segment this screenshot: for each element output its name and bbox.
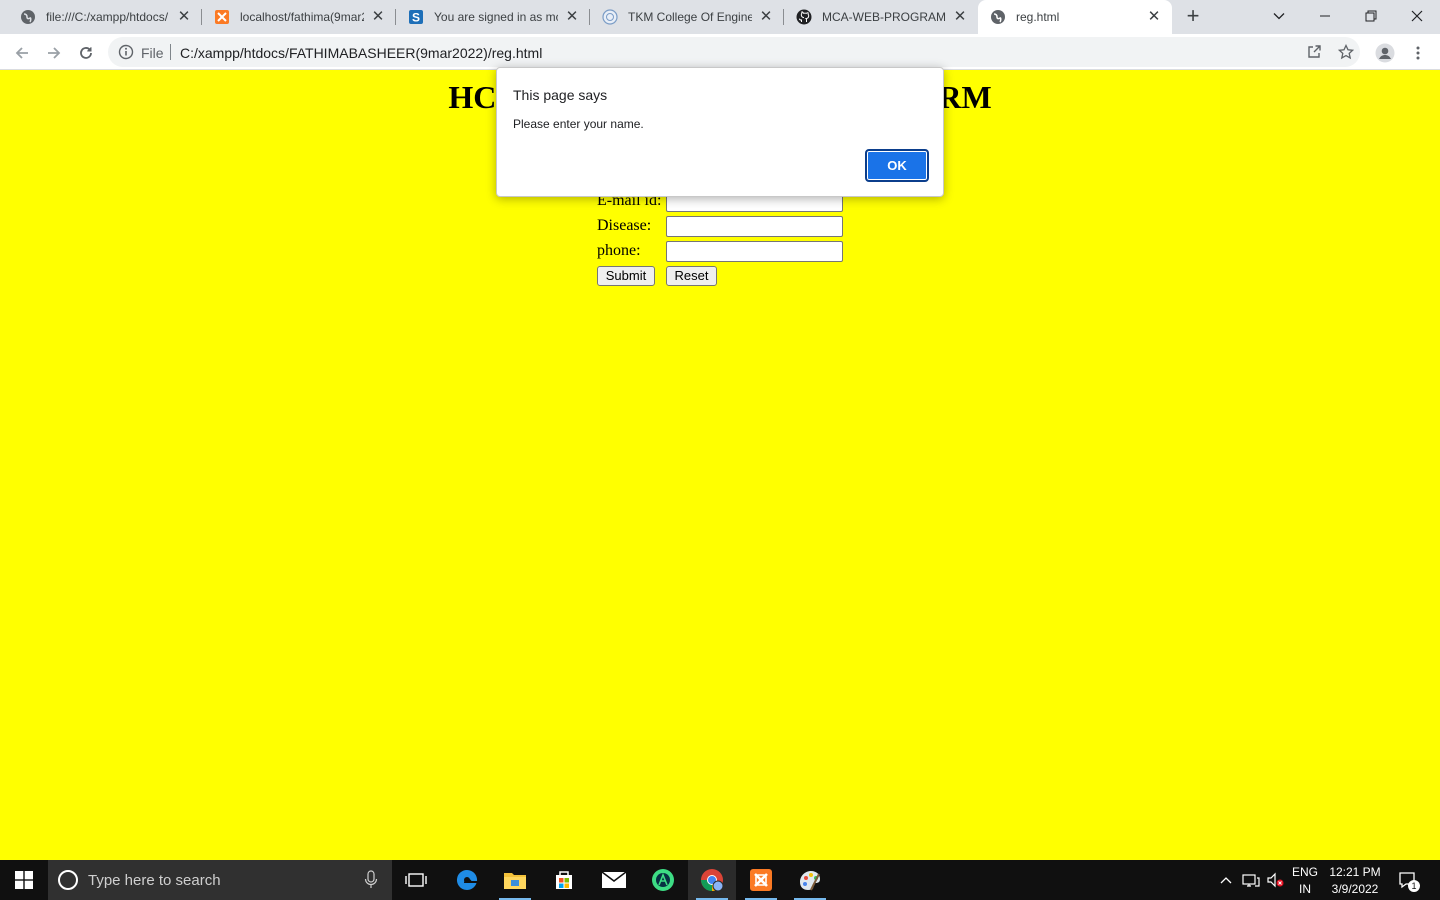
volume-muted-icon[interactable] (1264, 860, 1286, 900)
file-explorer-icon[interactable] (491, 860, 539, 900)
back-arrow-icon[interactable] (10, 40, 34, 64)
url-text[interactable]: C:/xampp/htdocs/FATHIMABASHEER(9mar2022)… (180, 45, 542, 61)
phone-field[interactable] (666, 240, 843, 262)
github-icon (796, 9, 812, 25)
lang-code: ENG (1291, 865, 1318, 879)
reload-icon[interactable] (74, 40, 98, 64)
tab-strip: file:///C:/xampp/htdocs/ ✕ localhost/fat… (0, 0, 1440, 34)
chrome-icon[interactable] (688, 860, 736, 900)
tab-tkm-college[interactable]: TKM College Of Enginee ✕ (590, 0, 784, 34)
clock-date: 3/9/2022 (1331, 882, 1379, 896)
close-tab-icon[interactable]: ✕ (370, 9, 386, 25)
address-bar[interactable]: File C:/xampp/htdocs/FATHIMABASHEER(9mar… (108, 37, 1360, 67)
reset-button[interactable]: Reset (666, 266, 717, 286)
close-tab-icon[interactable]: ✕ (176, 9, 192, 25)
heading-right-fragment: RM (938, 79, 992, 115)
tab-title: reg.html (1016, 10, 1060, 24)
cortana-circle-icon (58, 870, 78, 890)
android-studio-icon[interactable] (639, 860, 687, 900)
network-icon[interactable] (1240, 860, 1262, 900)
restore-icon[interactable] (1348, 0, 1394, 30)
tab-title: You are signed in as mca (434, 10, 558, 24)
tab-title: TKM College Of Enginee (628, 10, 752, 24)
tab-localhost-fathima[interactable]: localhost/fathima(9mar2 ✕ (202, 0, 396, 34)
xampp-icon (214, 9, 230, 25)
minimize-icon[interactable] (1302, 0, 1348, 30)
s-icon: S (408, 9, 424, 25)
windows-taskbar: Type here to search ENG IN 12:21 PM 3/9/… (0, 860, 1440, 900)
ok-button[interactable]: OK (865, 149, 929, 182)
menu-kebab-icon[interactable] (1406, 40, 1430, 64)
submit-button[interactable]: Submit (597, 266, 655, 286)
scheme-label: File (141, 45, 164, 61)
taskbar-search-box[interactable]: Type here to search (48, 860, 392, 900)
close-window-icon[interactable] (1394, 0, 1440, 30)
search-placeholder: Type here to search (88, 872, 221, 889)
svg-text:S: S (412, 11, 420, 25)
heading-left-fragment: HC (448, 79, 497, 115)
clock[interactable]: 12:21 PM 3/9/2022 (1322, 864, 1388, 898)
share-icon[interactable] (1306, 44, 1322, 65)
notification-center-icon[interactable]: 1 (1394, 860, 1422, 900)
address-divider (170, 44, 171, 60)
notification-count-badge: 1 (1408, 880, 1420, 892)
globe-icon (990, 9, 1006, 25)
close-tab-icon[interactable]: ✕ (564, 9, 580, 25)
tray-chevron-up-icon[interactable] (1216, 860, 1236, 900)
disease-row: Disease: (597, 215, 843, 237)
phone-row: phone: (597, 240, 843, 262)
info-icon[interactable] (118, 44, 134, 60)
tab-reg-html[interactable]: reg.html ✕ (978, 0, 1172, 34)
microphone-icon[interactable] (364, 870, 378, 890)
microsoft-store-icon[interactable] (540, 860, 588, 900)
disease-label: Disease: (597, 217, 652, 234)
dialog-title: This page says (513, 87, 608, 103)
tab-github[interactable]: MCA-WEB-PROGRAMM ✕ (784, 0, 978, 34)
dialog-message: Please enter your name. (513, 117, 644, 131)
region-code: IN (1299, 882, 1311, 896)
xampp-control-icon[interactable] (737, 860, 785, 900)
tab-title: file:///C:/xampp/htdocs/ (46, 10, 169, 24)
tab-title: localhost/fathima(9mar2 (240, 10, 364, 24)
college-seal-icon (602, 9, 618, 25)
profile-avatar-icon[interactable] (1373, 40, 1397, 64)
task-view-icon[interactable] (392, 860, 440, 900)
alert-dialog: This page says Please enter your name. O… (496, 67, 944, 197)
tab-search-chevron-icon[interactable] (1256, 0, 1302, 30)
language-indicator[interactable]: ENG IN (1290, 864, 1320, 898)
start-windows-icon[interactable] (0, 860, 48, 900)
phone-label: phone: (597, 242, 641, 259)
new-tab-plus-icon[interactable]: + (1181, 5, 1205, 29)
forward-arrow-icon[interactable] (42, 40, 66, 64)
edge-browser-icon[interactable] (443, 860, 491, 900)
paint-icon[interactable] (786, 860, 834, 900)
mail-icon[interactable] (590, 860, 638, 900)
tab-file-xampp[interactable]: file:///C:/xampp/htdocs/ ✕ (8, 0, 202, 34)
close-tab-icon[interactable]: ✕ (1146, 9, 1162, 25)
bookmark-star-icon[interactable] (1337, 43, 1355, 65)
close-tab-icon[interactable]: ✕ (952, 9, 968, 25)
tab-signed-in[interactable]: S You are signed in as mca ✕ (396, 0, 590, 34)
close-tab-icon[interactable]: ✕ (758, 9, 774, 25)
disease-field[interactable] (666, 215, 843, 237)
clock-time: 12:21 PM (1329, 865, 1381, 879)
tab-title: MCA-WEB-PROGRAMM (822, 10, 946, 24)
browser-toolbar: File C:/xampp/htdocs/FATHIMABASHEER(9mar… (0, 34, 1440, 70)
globe-icon (20, 9, 36, 25)
